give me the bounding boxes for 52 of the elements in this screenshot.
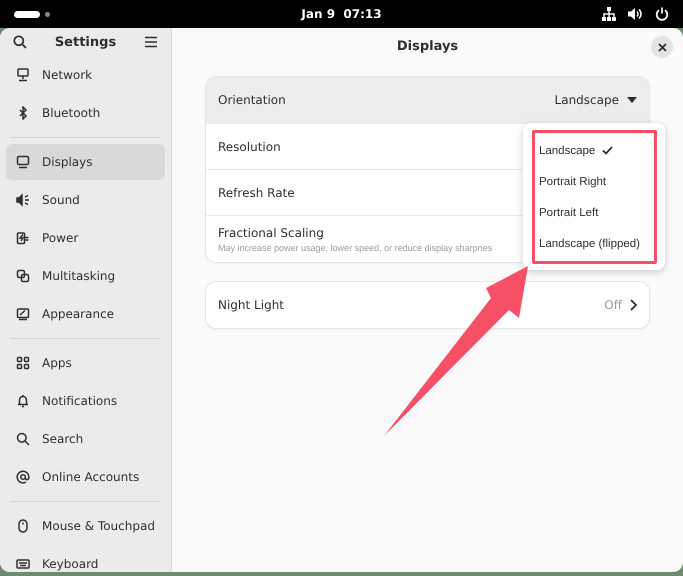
bell-icon [16,394,30,408]
row-subtitle: May increase power usage, lower speed, or reduce display sharpnes [218,242,492,252]
menu-icon [144,36,158,48]
power-icon[interactable] [655,7,669,21]
row-label: Orientation [218,93,286,107]
menu-option[interactable]: Landscape [539,135,650,166]
grid-icon [16,356,30,370]
dropdown-value: Landscape [554,93,619,107]
at-sign-icon [16,470,30,484]
menu-option[interactable]: Landscape (flipped) [539,228,650,259]
chevron-right-icon [630,299,637,311]
sidebar-item[interactable]: Power [6,220,165,256]
sidebar-item[interactable]: Sound [6,182,165,218]
sidebar-item[interactable]: Network [6,57,165,93]
status-text: Off [604,298,622,312]
sidebar-item[interactable]: Multitasking [6,258,165,294]
workspace-dot[interactable] [45,12,50,16]
row-label: Fractional Scaling [218,226,325,240]
row-label: Night Light [218,298,284,312]
sidebar-item[interactable]: Bluetooth [6,95,165,131]
screen-icon [16,307,30,321]
night-light-row[interactable]: Night Light Off [206,282,649,328]
row-label: Resolution [218,140,281,154]
windows-icon [16,269,30,283]
volume-icon[interactable] [628,7,643,21]
sidebar-item[interactable]: Search [6,421,165,457]
battery-icon [16,231,30,245]
search-icon [13,35,27,49]
sidebar-item[interactable]: Displays [6,144,165,180]
row-label: Refresh Rate [218,186,295,200]
keyboard-icon [16,557,30,571]
menu-option[interactable]: Portrait Right [539,166,650,197]
close-button[interactable] [651,36,673,58]
close-icon [658,42,666,52]
network-icon[interactable] [602,7,616,21]
sidebar-item[interactable]: Keyboard [6,546,165,572]
sidebar-item[interactable]: Mouse & Touchpad [6,508,165,544]
page-title: Displays [396,39,458,54]
display-icon [16,155,30,169]
monitor-icon [16,68,30,82]
search-icon [16,432,30,446]
clock[interactable]: Jan 9 07:13 [301,7,382,21]
speaker-icon [16,193,30,207]
sidebar-item[interactable]: Online Accounts [6,459,165,495]
mouse-icon [16,519,30,533]
workspace-indicator[interactable] [14,10,40,18]
sidebar-item[interactable]: Appearance [6,296,165,332]
sidebar-item[interactable]: Notifications [6,383,165,419]
settings-row[interactable]: Orientation Landscape [206,77,649,123]
sidebar-title: Settings [54,34,116,50]
sidebar-item[interactable]: Apps [6,345,165,381]
dropdown-caret-icon [627,97,637,103]
